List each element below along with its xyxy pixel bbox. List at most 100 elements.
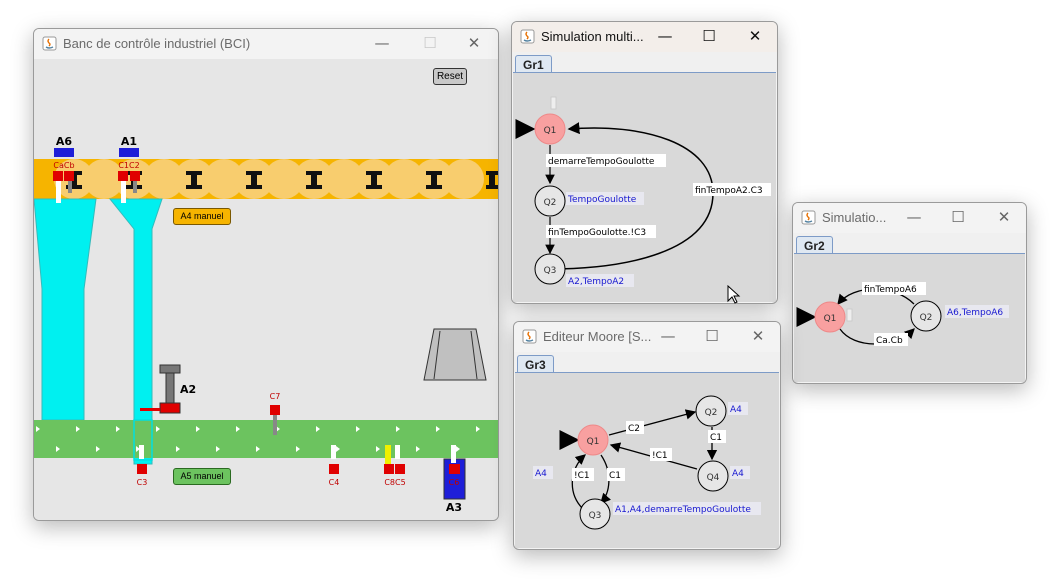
maximize-button[interactable]: ☐ bbox=[692, 322, 732, 352]
a1-rod bbox=[133, 181, 137, 193]
c2-sensor[interactable] bbox=[130, 171, 140, 181]
simulation-window-gr1: Simulation multi... — ☐ ✕ Gr1 Q1 Q2 Q3 d… bbox=[511, 21, 778, 304]
reset-button[interactable]: Reset bbox=[433, 68, 467, 85]
close-button[interactable]: ✕ bbox=[454, 29, 494, 59]
c8c5-label: C8C5 bbox=[384, 478, 405, 487]
c5-marker bbox=[395, 445, 400, 459]
state-q2-output: A4 bbox=[730, 405, 742, 415]
cursor-caret bbox=[550, 96, 557, 110]
transition-label-q1-q3: C1 bbox=[609, 471, 621, 481]
simulation-window-gr2: Simulatio... — ☐ ✕ Gr2 Q1 Q2 finTempoA6 … bbox=[792, 202, 1027, 384]
automaton-diagram: Q1 Q2 Q3 demarreTempoGoulotte finTempoGo… bbox=[515, 96, 771, 287]
cb-sensor[interactable] bbox=[64, 171, 74, 181]
maximize-button[interactable]: ☐ bbox=[938, 203, 978, 233]
automaton-diagram: Q1 Q2 Q3 Q4 C2 C1 !C1 !C1 C1 A4 A4 A1,A4… bbox=[533, 395, 761, 530]
c5-sensor[interactable] bbox=[395, 464, 405, 474]
state-q1-label: Q1 bbox=[544, 126, 557, 136]
state-q3-output: A2,TempoA2 bbox=[568, 277, 624, 287]
c7-label: C7 bbox=[270, 392, 281, 401]
c3-label: C3 bbox=[137, 478, 148, 487]
minimize-button[interactable]: — bbox=[645, 22, 685, 52]
state-q2-label: Q2 bbox=[920, 313, 933, 323]
c8-sensor[interactable] bbox=[384, 464, 394, 474]
bottom-conveyor bbox=[34, 420, 498, 458]
a6-actuator bbox=[54, 148, 74, 157]
c8-marker bbox=[385, 445, 391, 465]
state-q2-label: Q2 bbox=[544, 198, 557, 208]
state-q4-label: Q4 bbox=[707, 473, 720, 483]
a2-label: A2 bbox=[180, 383, 196, 396]
a1-label: A1 bbox=[121, 135, 137, 148]
c7-stem bbox=[273, 415, 277, 435]
a2-pusher bbox=[159, 402, 181, 414]
transition-label-q4-q1: !C1 bbox=[652, 451, 668, 461]
c6-sensor[interactable] bbox=[449, 464, 460, 474]
container-bin bbox=[423, 328, 487, 381]
state-q2-output: A6,TempoA6 bbox=[947, 308, 1003, 318]
a1-piston bbox=[121, 181, 126, 203]
state-q1-output: A4 bbox=[535, 469, 547, 479]
transition-label-q2-q1: finTempoA6 bbox=[864, 285, 917, 295]
editor-titlebar[interactable]: Editeur Moore [S... — ☐ ✕ bbox=[514, 322, 780, 352]
close-button[interactable]: ✕ bbox=[738, 322, 778, 352]
tab-bar: Gr2 bbox=[793, 233, 1026, 255]
java-icon bbox=[522, 329, 537, 344]
state-q3-label: Q3 bbox=[544, 266, 557, 276]
window-title: Simulatio... bbox=[822, 210, 887, 225]
bci-titlebar[interactable]: Banc de contrôle industriel (BCI) — ☐ ✕ bbox=[34, 29, 498, 59]
tab-bar: Gr3 bbox=[514, 352, 780, 374]
sim2-titlebar[interactable]: Simulatio... — ☐ ✕ bbox=[793, 203, 1026, 233]
c3-sensor[interactable] bbox=[137, 464, 147, 474]
mouse-pointer-icon bbox=[727, 285, 741, 304]
c4-sensor[interactable] bbox=[329, 464, 339, 474]
transition-label-q3-q1: !C1 bbox=[574, 471, 590, 481]
state-q3-label: Q3 bbox=[589, 511, 602, 521]
tab-bar: Gr1 bbox=[512, 52, 777, 74]
transition-q1-q2 bbox=[608, 409, 697, 436]
left-hopper bbox=[34, 198, 97, 421]
a2-head bbox=[159, 364, 181, 374]
a1-actuator bbox=[119, 148, 139, 157]
cursor-caret bbox=[846, 308, 853, 322]
close-button[interactable]: ✕ bbox=[984, 203, 1024, 233]
transition-label-q3-q1: finTempoA2.C3 bbox=[695, 186, 763, 196]
state-q3-output: A1,A4,demarreTempoGoulotte bbox=[615, 505, 751, 515]
bci-scene: A6 CaCb A1 C1C2 A2 C7 C3 C4 C8C5 C6 A3 bbox=[34, 135, 498, 514]
a3-label: A3 bbox=[446, 501, 462, 514]
automaton-panel: Q1 Q2 finTempoA6 Ca.Cb A6,TempoA6 bbox=[794, 253, 1025, 382]
ca-sensor[interactable] bbox=[53, 171, 63, 181]
transition-label-q1-q2: Ca.Cb bbox=[876, 336, 903, 346]
state-q4-output: A4 bbox=[732, 469, 744, 479]
bci-canvas: A6 CaCb A1 C1C2 A2 C7 C3 C4 C8C5 C6 A3 R… bbox=[34, 59, 498, 520]
minimize-button[interactable]: — bbox=[894, 203, 934, 233]
state-q2-output: TempoGoulotte bbox=[567, 195, 637, 205]
sim1-titlebar[interactable]: Simulation multi... — ☐ ✕ bbox=[512, 22, 777, 52]
a6-piston bbox=[56, 181, 61, 203]
close-button[interactable]: ✕ bbox=[735, 22, 775, 52]
window-title: Simulation multi... bbox=[541, 29, 644, 44]
a4-manual-button[interactable]: A4 manuel bbox=[173, 208, 231, 225]
maximize-button[interactable]: ☐ bbox=[410, 29, 450, 59]
transition-label-q2-q3: finTempoGoulotte.!C3 bbox=[548, 228, 646, 238]
transition-label-q2-q4: C1 bbox=[710, 433, 722, 443]
window-title: Banc de contrôle industriel (BCI) bbox=[63, 36, 251, 51]
minimize-button[interactable]: — bbox=[648, 322, 688, 352]
minimize-button[interactable]: — bbox=[362, 29, 402, 59]
a3-piston bbox=[451, 445, 456, 463]
transition-label-q1-q2: demarreTempoGoulotte bbox=[548, 157, 655, 167]
java-icon bbox=[42, 36, 57, 51]
state-q1-label: Q1 bbox=[824, 314, 837, 324]
a6-label: A6 bbox=[56, 135, 73, 148]
c7-sensor[interactable] bbox=[270, 405, 280, 415]
automaton-diagram: Q1 Q2 finTempoA6 Ca.Cb A6,TempoA6 bbox=[796, 282, 1009, 346]
a2-body bbox=[165, 372, 175, 404]
window-title: Editeur Moore [S... bbox=[543, 329, 652, 344]
c1-sensor[interactable] bbox=[118, 171, 128, 181]
bci-window: Banc de contrôle industriel (BCI) — ☐ ✕ bbox=[33, 28, 499, 521]
a6-rod bbox=[68, 181, 72, 193]
java-icon bbox=[801, 210, 816, 225]
cacb-label: CaCb bbox=[53, 161, 74, 170]
c6-label: C6 bbox=[449, 478, 460, 487]
maximize-button[interactable]: ☐ bbox=[689, 22, 729, 52]
a5-manual-button[interactable]: A5 manuel bbox=[173, 468, 231, 485]
